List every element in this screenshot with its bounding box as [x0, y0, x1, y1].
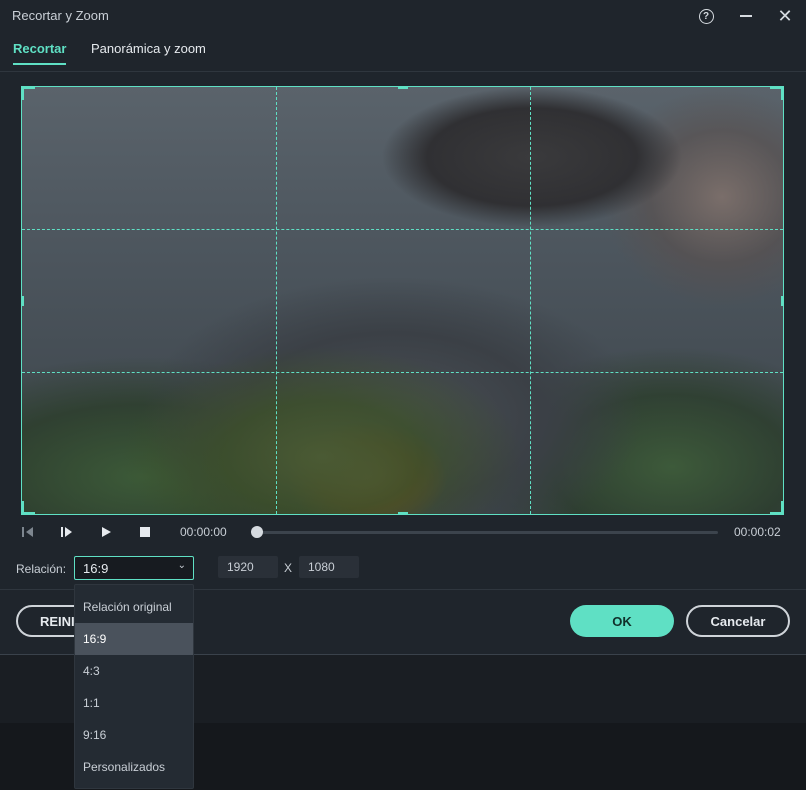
width-field[interactable]: 1920: [218, 556, 278, 578]
crop-grid-line: [22, 229, 783, 230]
playback-controls: 00:00:00 00:00:02: [0, 520, 806, 544]
stop-icon[interactable]: [135, 522, 155, 542]
crop-handle-right[interactable]: [781, 296, 783, 306]
ratio-row: Relación: 16:9 ⌄ 1920 X 1080: [0, 556, 806, 580]
ratio-option[interactable]: Relación original: [75, 591, 193, 623]
close-icon[interactable]: ✕: [774, 6, 796, 26]
title-bar: Recortar y Zoom ? ✕: [0, 0, 806, 32]
play-icon[interactable]: [96, 522, 116, 542]
tab-panoramica-zoom[interactable]: Panorámica y zoom: [91, 41, 206, 63]
ok-button[interactable]: OK: [570, 605, 674, 637]
total-time: 00:00:02: [734, 525, 781, 539]
chevron-down-icon: ⌄: [177, 560, 186, 571]
ratio-option[interactable]: 16:9: [75, 623, 193, 655]
crop-handle-bottom-right[interactable]: [770, 501, 783, 514]
crop-grid-line: [22, 372, 783, 373]
ratio-option[interactable]: 1:1: [75, 687, 193, 719]
height-field[interactable]: 1080: [299, 556, 359, 578]
tab-recortar[interactable]: Recortar: [13, 41, 67, 65]
crop-handle-top-right[interactable]: [770, 87, 783, 100]
crop-zoom-dialog: Recortar y Zoom ? ✕ Recortar Panorámica …: [0, 0, 806, 655]
prev-frame-icon[interactable]: [18, 522, 38, 542]
help-icon[interactable]: ?: [695, 6, 717, 26]
ratio-dropdown-menu: Relación original 16:9 4:3 1:1 9:16 Pers…: [74, 584, 194, 789]
crop-grid-line: [276, 87, 277, 514]
ratio-option[interactable]: 4:3: [75, 655, 193, 687]
video-preview[interactable]: [21, 86, 784, 515]
ratio-option[interactable]: 9:16: [75, 719, 193, 751]
crop-handle-bottom-left[interactable]: [22, 501, 35, 514]
timeline-playhead[interactable]: [251, 526, 263, 538]
ratio-selected-value: 16:9: [83, 561, 109, 576]
cancel-button[interactable]: Cancelar: [686, 605, 790, 637]
tab-bar: Recortar Panorámica y zoom: [0, 36, 806, 72]
current-time: 00:00:00: [180, 525, 227, 539]
ratio-label: Relación:: [16, 562, 67, 576]
next-frame-icon[interactable]: [57, 522, 77, 542]
crop-handle-bottom[interactable]: [398, 512, 408, 514]
crop-grid-line: [530, 87, 531, 514]
ratio-option[interactable]: Personalizados: [75, 751, 193, 783]
crop-handle-top-left[interactable]: [22, 87, 35, 100]
crop-handle-left[interactable]: [22, 296, 24, 306]
crop-handle-top[interactable]: [398, 87, 408, 89]
dimension-separator: X: [284, 561, 293, 575]
ratio-select[interactable]: 16:9 ⌄: [74, 556, 194, 580]
window-title: Recortar y Zoom: [12, 8, 109, 23]
timeline-track[interactable]: [257, 531, 718, 534]
minimize-icon[interactable]: [735, 6, 757, 26]
